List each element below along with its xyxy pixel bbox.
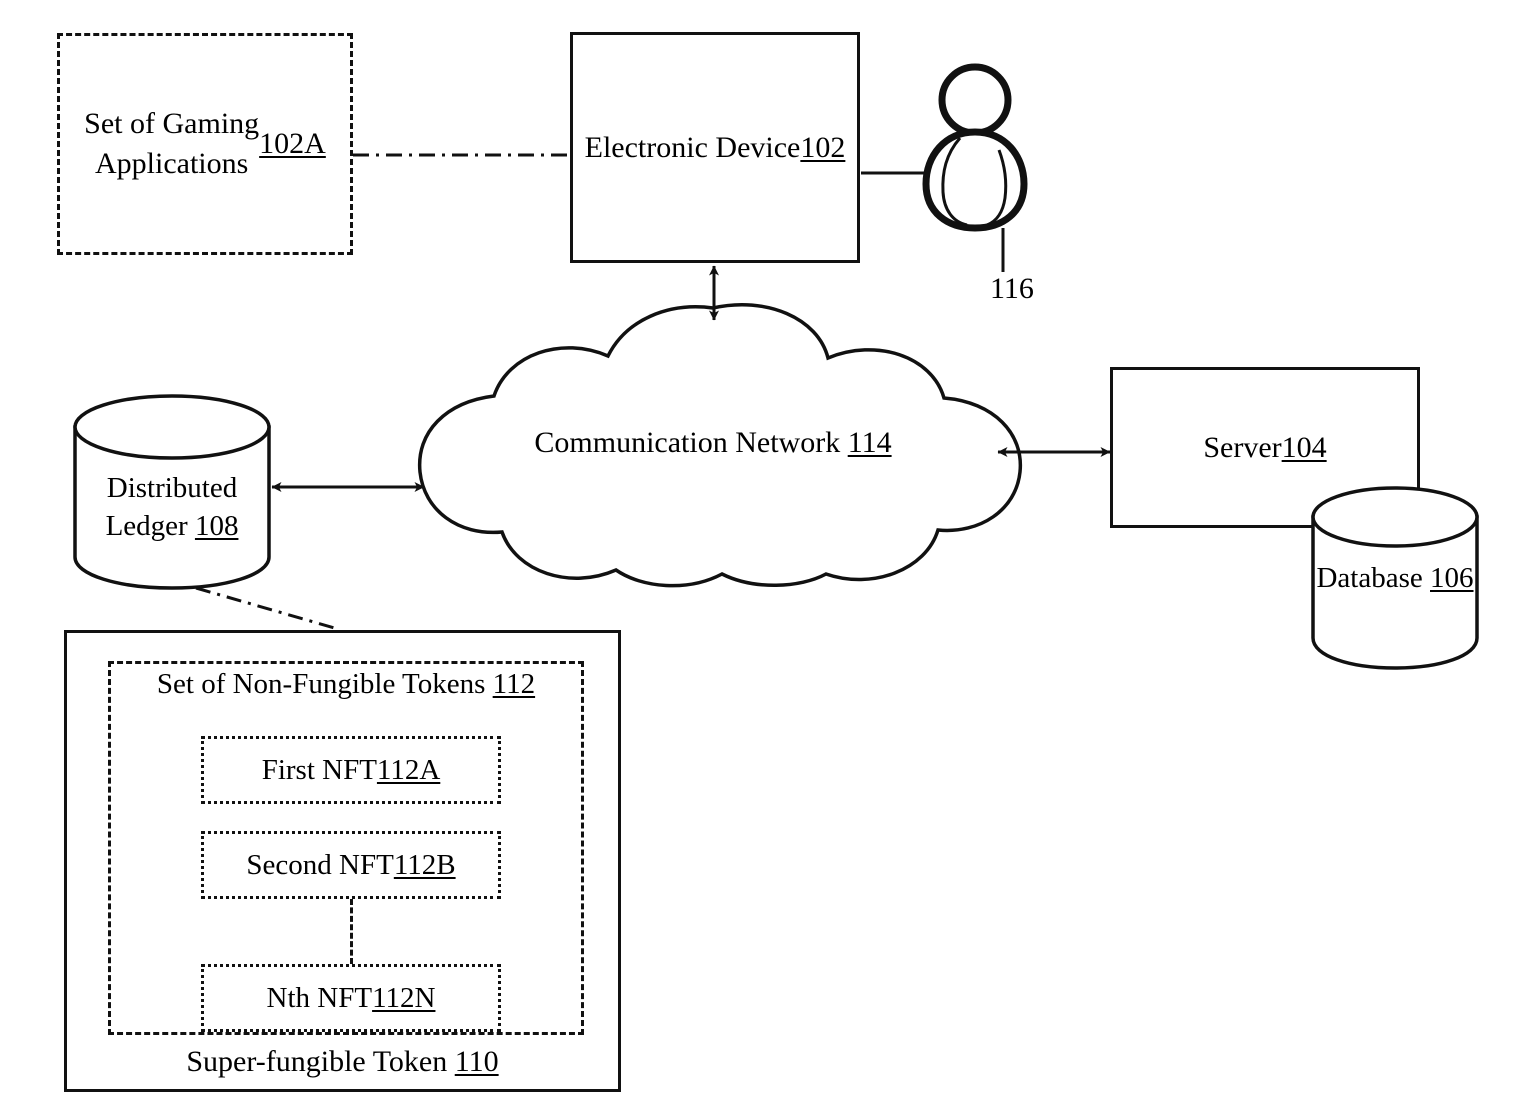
communication-network-ref: 114 (847, 426, 892, 459)
link-ledger-to-token-block (195, 586, 339, 631)
server-ref: 104 (1281, 430, 1327, 464)
super-fungible-token-box: Set of Non-Fungible Tokens 112 First NFT… (64, 630, 621, 1092)
first-nft-label: First NFT (261, 753, 377, 786)
electronic-device-label: Electronic Device (584, 130, 801, 164)
nft-set-ref: 112 (492, 668, 536, 700)
distributed-ledger-label-wrap: Distributed Ledger 108 (72, 469, 272, 546)
database-label-wrap: Database 106 (1310, 559, 1480, 597)
electronic-device-box: Electronic Device 102 (570, 32, 860, 263)
electronic-device-ref: 102 (800, 130, 846, 164)
database-ref: 106 (1430, 562, 1474, 594)
database-cylinder: Database 106 (1310, 485, 1480, 670)
server-label: Server (1203, 430, 1282, 464)
user-reference-numeral: 116 (990, 272, 1034, 305)
first-nft-box: First NFT 112A (201, 736, 501, 804)
figure-canvas: Set of Gaming Applications 102A Electron… (0, 0, 1532, 1116)
database-label: Database (1316, 562, 1431, 594)
second-nft-ref: 112B (393, 848, 456, 881)
gaming-applications-box: Set of Gaming Applications 102A (57, 33, 353, 255)
super-fungible-token-ref: 110 (454, 1045, 499, 1078)
second-nft-box: Second NFT 112B (201, 831, 501, 899)
second-nft-label: Second NFT (246, 848, 394, 881)
distributed-ledger-cylinder: Distributed Ledger 108 (72, 393, 272, 591)
super-fungible-token-label: Super-fungible Token (186, 1045, 455, 1078)
distributed-ledger-ref: 108 (194, 510, 239, 543)
first-nft-ref: 112A (376, 753, 441, 786)
nft-chain-connector (350, 899, 353, 964)
nft-set-label: Set of Non-Fungible Tokens (156, 668, 493, 700)
gaming-applications-ref: 102A (259, 127, 326, 161)
communication-network-label-wrap: Communication Network 114 (398, 426, 1028, 460)
nth-nft-box: Nth NFT 112N (201, 964, 501, 1032)
nft-set-box: Set of Non-Fungible Tokens 112 First NFT… (108, 661, 584, 1035)
nft-set-label-wrap: Set of Non-Fungible Tokens 112 (111, 668, 581, 701)
communication-network-cloud: Communication Network 114 (398, 302, 1028, 590)
nth-nft-ref: 112N (372, 981, 436, 1014)
gaming-applications-label: Set of Gaming Applications (84, 107, 260, 180)
nth-nft-label: Nth NFT (266, 981, 373, 1014)
user-person-icon (915, 62, 1035, 242)
communication-network-label: Communication Network (534, 426, 848, 459)
super-fungible-token-label-wrap: Super-fungible Token 110 (67, 1045, 618, 1079)
